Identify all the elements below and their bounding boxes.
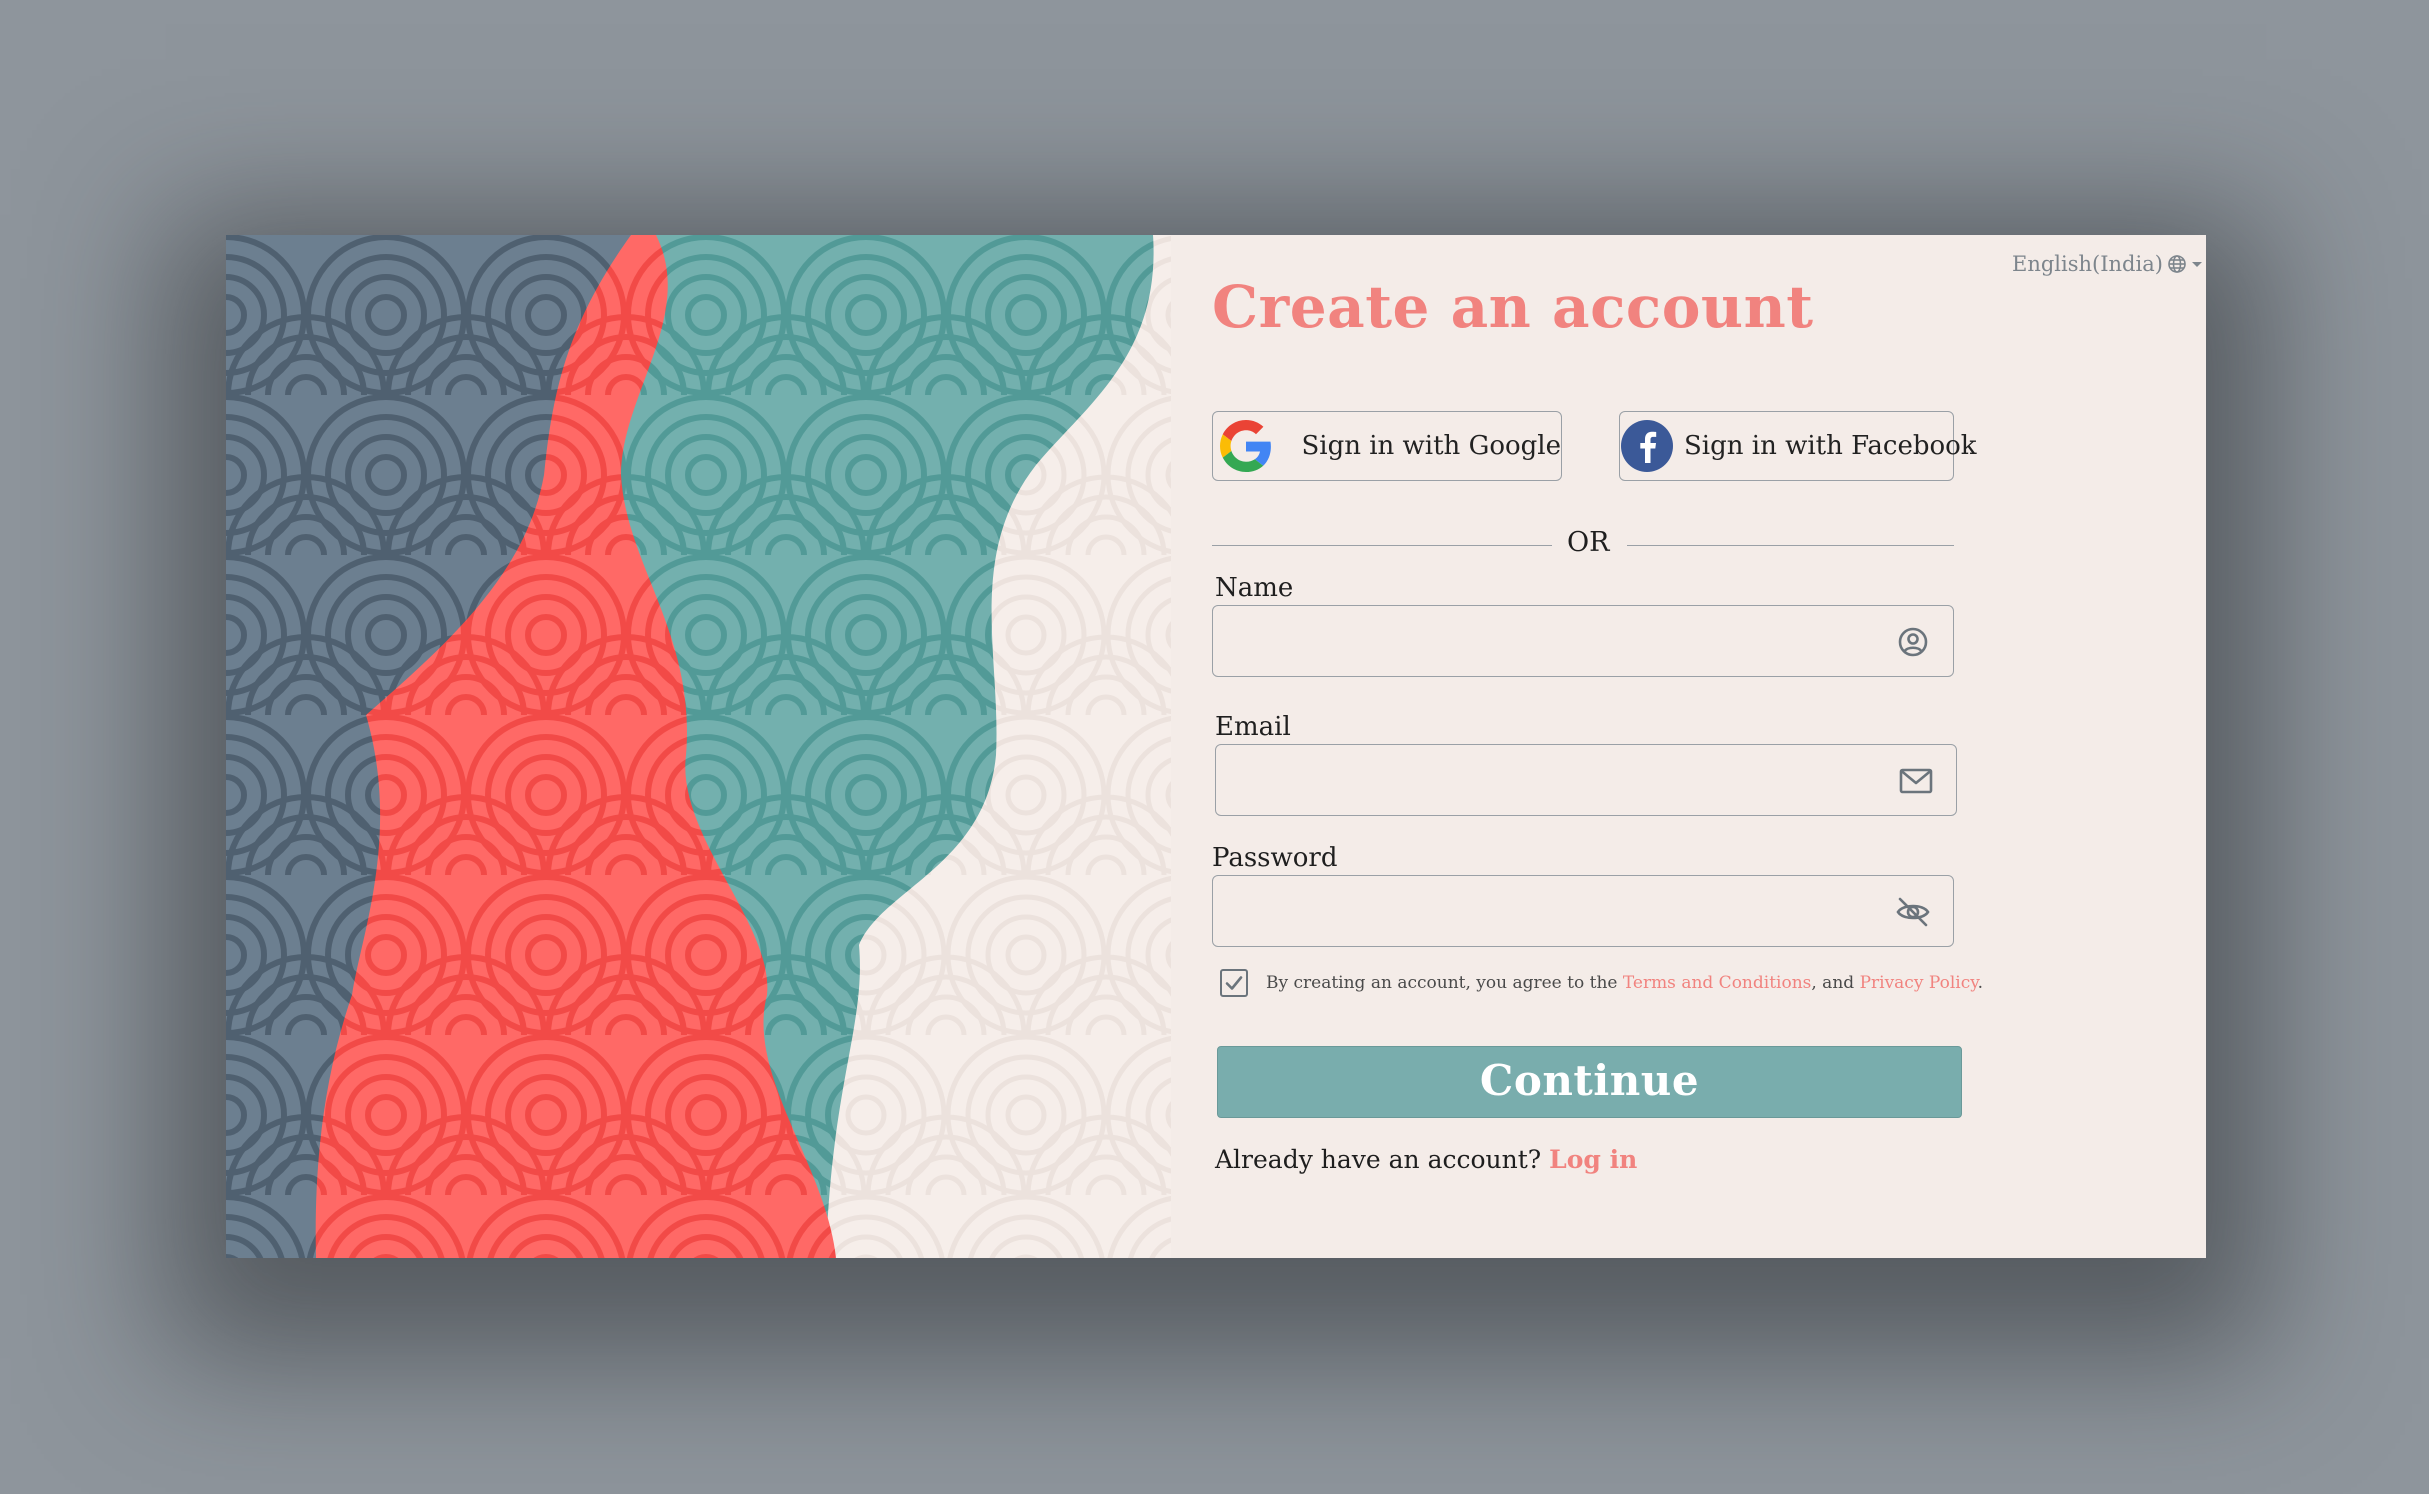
language-label: English(India) xyxy=(2012,252,2163,276)
signup-form: English(India) Create an account Sign in… xyxy=(226,235,2206,1258)
terms-agreement: By creating an account, you agree to the… xyxy=(1220,966,1983,1000)
name-field-box xyxy=(1212,605,1954,677)
terms-middle: , and xyxy=(1811,973,1860,993)
envelope-icon xyxy=(1898,763,1934,799)
password-input[interactable] xyxy=(1213,876,1953,946)
divider-line-right xyxy=(1627,545,1954,546)
email-label: Email xyxy=(1215,712,1291,742)
continue-button[interactable]: Continue xyxy=(1217,1046,1962,1118)
terms-suffix: . xyxy=(1977,973,1983,993)
or-divider-text: OR xyxy=(1567,527,1610,558)
login-prompt: Already have an account? Log in xyxy=(1215,1145,1637,1174)
globe-icon xyxy=(2167,254,2187,274)
google-signin-label: Sign in with Google xyxy=(1301,431,1561,461)
password-field-box xyxy=(1212,875,1954,947)
name-input[interactable] xyxy=(1213,606,1953,676)
terms-text: By creating an account, you agree to the… xyxy=(1266,973,1983,993)
user-circle-icon xyxy=(1895,624,1931,660)
name-label: Name xyxy=(1215,573,1294,603)
facebook-signin-label: Sign in with Facebook xyxy=(1684,431,1977,461)
caret-down-icon xyxy=(2191,259,2203,269)
page-title: Create an account xyxy=(1212,273,1814,341)
checkmark-icon xyxy=(1225,976,1243,990)
divider-line-left xyxy=(1212,545,1552,546)
facebook-signin-button[interactable]: Sign in with Facebook xyxy=(1619,411,1977,481)
login-link[interactable]: Log in xyxy=(1549,1145,1637,1174)
signup-card: English(India) Create an account Sign in… xyxy=(226,235,2206,1258)
terms-prefix: By creating an account, you agree to the xyxy=(1266,973,1623,993)
language-selector[interactable]: English(India) xyxy=(2012,249,2203,279)
facebook-logo-icon xyxy=(1620,411,1674,481)
login-prompt-text: Already have an account? xyxy=(1215,1145,1550,1174)
eye-slash-icon[interactable] xyxy=(1895,894,1931,930)
email-input[interactable] xyxy=(1216,745,1956,815)
terms-checkbox[interactable] xyxy=(1220,969,1248,997)
google-logo-icon xyxy=(1213,411,1279,481)
or-divider: OR xyxy=(1212,525,1954,565)
terms-and-conditions-link[interactable]: Terms and Conditions xyxy=(1623,973,1812,993)
google-signin-button[interactable]: Sign in with Google xyxy=(1212,411,1562,481)
privacy-policy-link[interactable]: Privacy Policy xyxy=(1860,973,1978,993)
password-label: Password xyxy=(1212,843,1338,873)
email-field-box xyxy=(1215,744,1957,816)
